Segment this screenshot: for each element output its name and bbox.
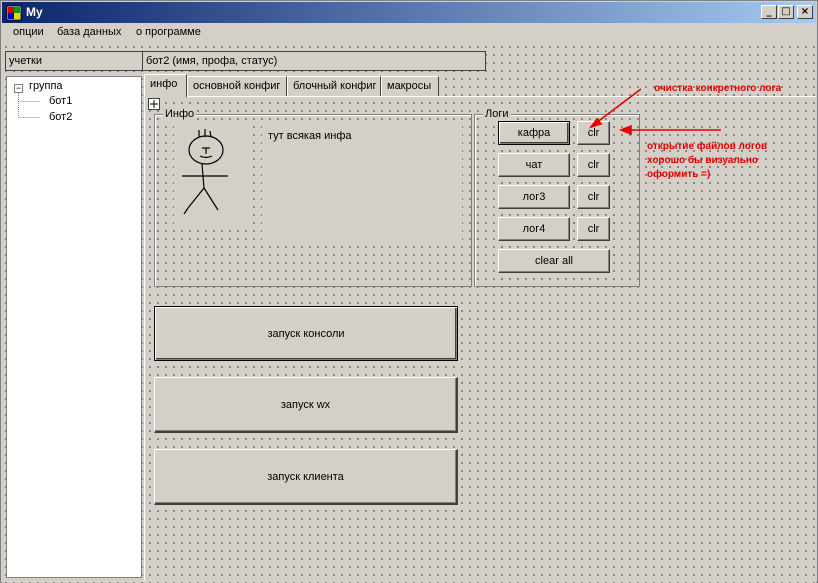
launch-client-button[interactable]: запуск клиента [154, 449, 458, 505]
info-groupbox: Инфо тут всякая инфа [154, 108, 472, 287]
log-open-button-log4[interactable]: лог4 [498, 217, 570, 241]
tree-expander-icon[interactable]: − [14, 84, 23, 93]
logs-group-title: Логи [483, 108, 511, 120]
log-clear-button-log3[interactable]: clr [577, 185, 610, 209]
tree-node-bot1[interactable]: бот1 [49, 95, 72, 107]
title-bar[interactable]: My _ □ × [2, 2, 816, 23]
tab-main-config[interactable]: основной конфиг [187, 76, 287, 96]
stick-figure-icon [182, 129, 228, 215]
log-open-button-log3[interactable]: лог3 [498, 185, 570, 209]
clear-all-logs-button[interactable]: clear all [498, 249, 610, 273]
menu-database[interactable]: база данных [57, 26, 121, 38]
tree-lines [18, 93, 40, 118]
window-title: My [26, 5, 43, 19]
tree-node-group[interactable]: группа [29, 80, 63, 92]
info-text-area: тут всякая инфа [262, 126, 462, 242]
menu-bar: опции база данных о программе [2, 23, 816, 43]
accounts-label: учетки [5, 51, 143, 71]
app-icon [6, 5, 22, 21]
annotation-open-logs-2: хорошо бы визуально [647, 155, 759, 166]
bot-status-label: бот2 (имя, профа, статус) [142, 51, 486, 71]
avatar-frame [174, 126, 252, 226]
minimize-button[interactable]: _ [761, 5, 777, 19]
tab-block-config[interactable]: блочный конфиг [287, 76, 381, 96]
log-clear-button-chat[interactable]: clr [577, 153, 610, 177]
menu-options[interactable]: опции [13, 26, 44, 38]
launch-wx-button[interactable]: запуск wx [154, 377, 458, 433]
annotation-open-logs-1: открытие файлов логов [647, 141, 768, 152]
log-clear-button-kafra[interactable]: clr [577, 121, 610, 145]
tree-node-bot2[interactable]: бот2 [49, 111, 72, 123]
app-window: My _ □ × опции база данных о программе у… [0, 0, 818, 583]
log-clear-button-log4[interactable]: clr [577, 217, 610, 241]
move-handle-icon[interactable] [148, 98, 160, 110]
launch-console-button[interactable]: запуск консоли [154, 306, 458, 361]
maximize-button[interactable]: □ [778, 5, 794, 19]
log-open-button-chat[interactable]: чат [498, 153, 570, 177]
accounts-tree[interactable]: − группа бот1 бот2 [6, 76, 142, 578]
info-text: тут всякая инфа [268, 130, 352, 142]
annotation-open-logs-3: оформить =) [647, 169, 711, 180]
tab-info[interactable]: инфо [144, 74, 187, 97]
info-group-title: Инфо [163, 108, 197, 120]
tab-macros[interactable]: макросы [381, 76, 439, 96]
menu-about[interactable]: о программе [136, 26, 201, 38]
log-open-button-kafra[interactable]: кафра [498, 121, 570, 145]
annotation-clear-log: очистка конкретного лога [654, 83, 782, 94]
close-button[interactable]: × [797, 5, 813, 19]
